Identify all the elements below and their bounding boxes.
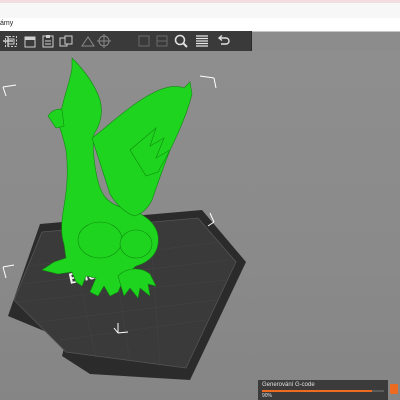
title-bar	[0, 0, 400, 19]
paste-icon[interactable]	[40, 33, 56, 49]
variable-layer-height-icon[interactable]	[96, 33, 112, 49]
layer-height-icon[interactable]	[80, 33, 96, 49]
cancel-button[interactable]	[390, 384, 398, 394]
progress-fill	[262, 390, 372, 392]
menu-item-window[interactable]: ámy	[0, 20, 13, 27]
menu-bar: ámy	[0, 18, 400, 32]
cut-icon[interactable]	[136, 33, 152, 49]
duplicate-icon[interactable]	[58, 33, 74, 49]
progress-label: Generování G-code	[262, 382, 315, 388]
top-toolbar	[0, 31, 252, 51]
support-icon[interactable]	[154, 33, 170, 49]
search-icon[interactable]	[173, 33, 189, 49]
progress-track	[262, 390, 384, 392]
3d-viewport[interactable]: Ender 3	[0, 51, 400, 400]
copy-icon[interactable]	[22, 33, 38, 49]
arrange-icon[interactable]	[3, 33, 19, 49]
title-bar-accent-line	[0, 0, 400, 3]
slicing-progress-panel: Generování G-code 90%	[258, 380, 388, 400]
undo-icon[interactable]	[215, 33, 231, 49]
progress-percent: 90%	[262, 393, 273, 399]
layers-icon[interactable]	[194, 33, 210, 49]
